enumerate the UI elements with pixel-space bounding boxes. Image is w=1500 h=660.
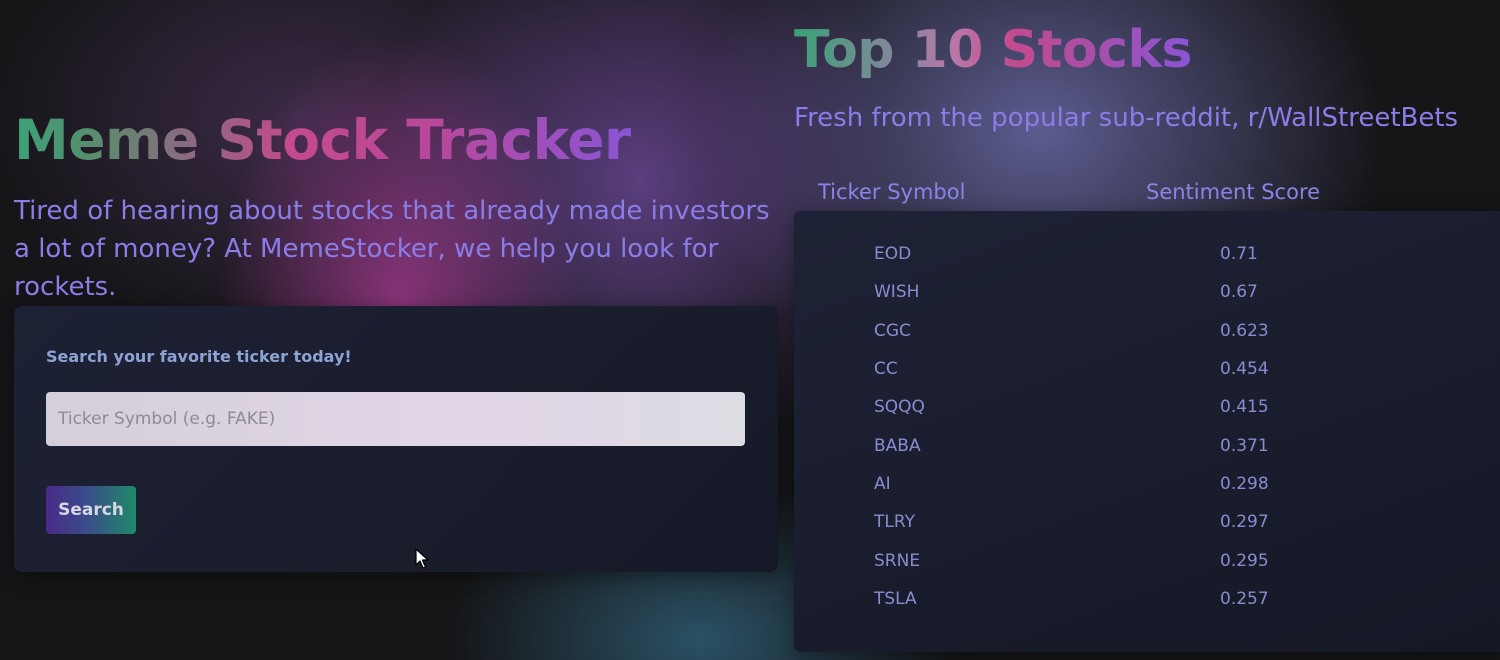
ticker-symbol: BABA [874,436,921,456]
sentiment-score: 0.415 [1220,397,1269,417]
sentiment-score: 0.454 [1220,359,1269,379]
table-row: TLRY 0.297 [794,507,1500,537]
ticker-symbol: TLRY [874,512,915,532]
ticker-symbol: WISH [874,282,920,302]
column-header-ticker: Ticker Symbol [818,180,966,204]
table-row: CC 0.454 [794,354,1500,384]
sentiment-score: 0.297 [1220,512,1269,532]
table-row: CGC 0.623 [794,316,1500,346]
ticker-symbol: CC [874,359,898,379]
page-title: Meme Stock Tracker [14,108,631,172]
table-row: BABA 0.371 [794,431,1500,461]
top-stocks-subtitle: Fresh from the popular sub-reddit, r/Wal… [794,103,1459,133]
ticker-symbol: AI [874,474,891,494]
search-button[interactable]: Search [46,486,136,534]
sentiment-score: 0.298 [1220,474,1269,494]
ticker-symbol: SRNE [874,551,921,571]
mouse-pointer-icon [415,548,429,569]
sentiment-score: 0.623 [1220,321,1269,341]
table-row: SQQQ 0.415 [794,392,1500,422]
ticker-symbol: CGC [874,321,911,341]
page-subtitle: Tired of hearing about stocks that alrea… [14,196,770,302]
sentiment-score: 0.257 [1220,589,1269,609]
ticker-search-input[interactable] [46,392,745,446]
top-stocks-title: Top 10 Stocks [794,20,1192,80]
search-card: Search your favorite ticker today! Searc… [14,306,778,572]
table-row: AI 0.298 [794,469,1500,499]
table-row: WISH 0.67 [794,277,1500,307]
sentiment-score: 0.371 [1220,436,1269,456]
ticker-symbol: EOD [874,244,912,264]
column-header-sentiment: Sentiment Score [1146,180,1321,204]
table-row: TSLA 0.257 [794,584,1500,614]
sentiment-score: 0.67 [1220,282,1258,302]
ticker-symbol: TSLA [874,589,917,609]
top-stocks-table: EOD 0.71 WISH 0.67 CGC 0.623 CC 0.454 SQ… [794,211,1500,652]
ticker-symbol: SQQQ [874,397,925,417]
search-label: Search your favorite ticker today! [46,347,352,366]
table-row: EOD 0.71 [794,239,1500,269]
sentiment-score: 0.71 [1220,244,1258,264]
table-row: SRNE 0.295 [794,546,1500,576]
sentiment-score: 0.295 [1220,551,1269,571]
